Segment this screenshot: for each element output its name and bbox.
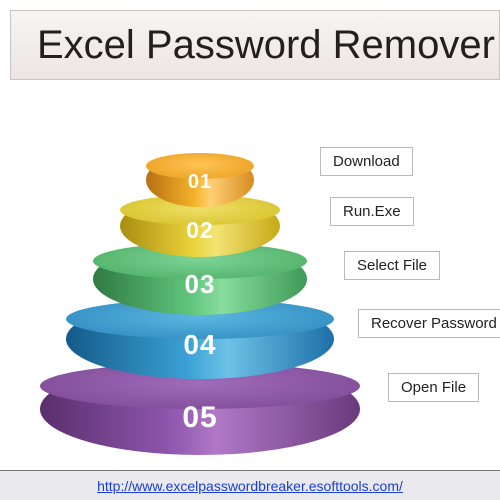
step-recover-password: Recover Password xyxy=(358,309,500,338)
step-label: Run.Exe xyxy=(343,203,401,220)
pyramid-diagram: 05 04 03 02 01 Download Run.Exe Select F… xyxy=(0,85,500,465)
level-number: 01 xyxy=(188,171,212,194)
level-number: 03 xyxy=(185,269,216,300)
level-number: 04 xyxy=(183,329,216,361)
step-label: Select File xyxy=(357,257,427,274)
footer-bar: http://www.excelpasswordbreaker.esofttoo… xyxy=(0,470,500,500)
footer-link[interactable]: http://www.excelpasswordbreaker.esofttoo… xyxy=(97,478,403,494)
step-select-file: Select File xyxy=(344,251,440,280)
page-title: Excel Password Remover xyxy=(37,23,495,68)
step-download: Download xyxy=(320,147,413,176)
step-run-exe: Run.Exe xyxy=(330,197,414,226)
title-band: Excel Password Remover xyxy=(10,10,500,80)
level-number: 02 xyxy=(186,217,214,244)
step-label: Download xyxy=(333,153,400,170)
level-number: 05 xyxy=(182,401,217,435)
step-label: Open File xyxy=(401,379,466,396)
step-open-file: Open File xyxy=(388,373,479,402)
step-label: Recover Password xyxy=(371,315,497,332)
pyramid-level-1: 01 xyxy=(146,153,254,207)
